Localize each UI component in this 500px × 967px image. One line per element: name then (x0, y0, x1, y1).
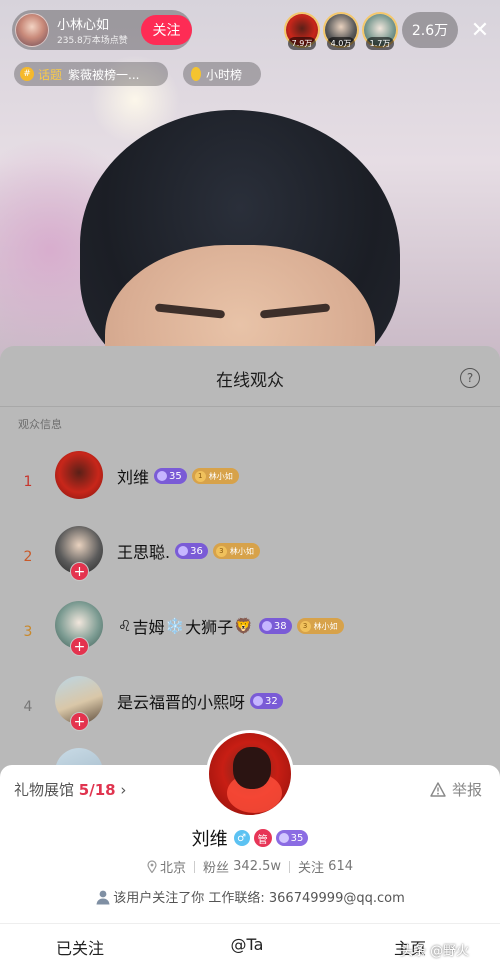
viewer-avatar[interactable] (55, 451, 103, 499)
profile-name-row: 刘维 ♂ 管 35 (0, 825, 500, 851)
viewer-row[interactable]: 2 + 王思聪. 36 3 林小如 (0, 524, 500, 594)
viewer-rank: 2 (23, 549, 33, 565)
divider (0, 923, 500, 924)
fans-label: 粉丝 (203, 861, 230, 876)
level-badge: 32 (250, 693, 283, 709)
following-value: 614 (328, 859, 353, 874)
watermark: 头条 @野火 (400, 944, 470, 959)
topic-text: 紫薇被榜一... (68, 67, 140, 82)
fans-value: 342.5w (233, 859, 282, 874)
topic-tag: 话题 (38, 67, 63, 82)
fan-club-badge: 3 林小如 (296, 618, 344, 634)
level-badge: 38 (258, 618, 292, 634)
report-label: 举报 (452, 781, 483, 799)
profile-bio: 该用户关注了你 工作联络: 366749999@qq.com (0, 887, 500, 906)
gift-hall-label: 礼物展馆 (14, 781, 75, 799)
report-button[interactable]: 举报 (430, 779, 482, 800)
viewer-name-row: 王思聪. 36 3 林小如 (117, 539, 260, 563)
profile-name: 刘维 (191, 829, 228, 850)
profile-stats: 北京 粉丝 342.5w 关注 614 (0, 857, 500, 876)
viewer-name: 王思聪. (117, 543, 171, 562)
help-icon[interactable]: ? (460, 368, 480, 388)
flame-icon (191, 67, 201, 81)
lion-icon: 🦁 (234, 617, 253, 635)
top-viewer-avatar[interactable]: 4.0万 (323, 12, 359, 50)
male-icon: ♂ (233, 830, 250, 846)
viewer-name-row: 是云福晋的小熙呀 32 (117, 689, 283, 713)
viewer-rank: 3 (23, 624, 33, 640)
leo-icon: ♌ (118, 617, 132, 635)
profile-location: 北京 (159, 861, 186, 876)
gift-hall-count: 5/18 (78, 781, 116, 799)
level-badge: 35 (275, 830, 309, 846)
section-label: 观众信息 (18, 418, 62, 431)
person-icon (96, 890, 110, 904)
follow-plus-icon[interactable]: + (70, 712, 89, 731)
top-viewer-count: 4.0万 (327, 37, 355, 50)
follow-plus-icon[interactable]: + (70, 637, 89, 656)
viewer-row[interactable]: 3 + ♌ 吉姆 ❄️ 大狮子 🦁 38 3 林小如 (0, 599, 500, 669)
viewer-count-button[interactable]: 2.6万 (402, 12, 458, 48)
following-label: 关注 (298, 861, 325, 876)
hourly-rank-label: 小时榜 (206, 67, 243, 82)
location-pin-icon (147, 860, 157, 873)
anchor-avatar[interactable] (15, 13, 49, 47)
divider (194, 860, 195, 873)
followed-button[interactable]: 已关注 (30, 935, 130, 959)
bio-text: 该用户关注了你 工作联络: 366749999@qq.com (113, 891, 405, 906)
viewer-name: 吉姆 (132, 618, 165, 637)
follow-plus-icon[interactable]: + (70, 562, 89, 581)
hashtag-icon: # (20, 67, 34, 81)
viewer-name-row: ♌ 吉姆 ❄️ 大狮子 🦁 38 3 林小如 (117, 614, 344, 638)
divider (0, 406, 500, 407)
viewer-rank: 4 (23, 699, 33, 715)
level-badge: 35 (154, 468, 187, 484)
viewer-rank: 1 (23, 474, 33, 490)
top-viewer-avatar[interactable]: 7.9万 (284, 12, 320, 50)
hourly-rank-pill[interactable]: 小时榜 (183, 62, 261, 86)
level-badge: 36 (175, 543, 208, 559)
anchor-likes: 235.8万本场点赞 (57, 36, 128, 46)
viewer-name-row: 刘维 35 1 林小如 (117, 464, 239, 488)
chevron-right-icon: › (120, 781, 127, 799)
fan-club-badge: 3 林小如 (212, 543, 260, 559)
viewer-row[interactable]: 1 刘维 35 1 林小如 (0, 449, 500, 519)
manager-badge: 管 (253, 829, 272, 847)
top-viewer-avatar[interactable]: 1.7万 (362, 12, 398, 50)
topic-pill[interactable]: # 话题 紫薇被榜一... (14, 62, 168, 86)
follow-button[interactable]: 关注 (141, 15, 192, 45)
warning-icon (430, 782, 446, 797)
live-video (0, 0, 500, 360)
snowflake-icon: ❄️ (165, 617, 185, 635)
viewer-name: 是云福晋的小熙呀 (117, 693, 246, 712)
fan-club-badge: 1 林小如 (191, 468, 239, 484)
profile-avatar[interactable] (206, 730, 294, 818)
viewer-name: 刘维 (117, 468, 150, 487)
top-viewer-count: 7.9万 (288, 37, 316, 50)
anchor-name: 小林心如 (57, 18, 110, 33)
divider (289, 860, 291, 873)
top-viewer-count: 1.7万 (366, 37, 394, 50)
gift-hall-link[interactable]: 礼物展馆 5/18 › (14, 779, 126, 800)
close-icon[interactable]: ✕ (466, 14, 494, 46)
sheet-title: 在线观众 (216, 371, 284, 391)
mention-button[interactable]: @Ta (197, 935, 297, 954)
viewer-name-suffix: 大狮子 (185, 618, 234, 637)
